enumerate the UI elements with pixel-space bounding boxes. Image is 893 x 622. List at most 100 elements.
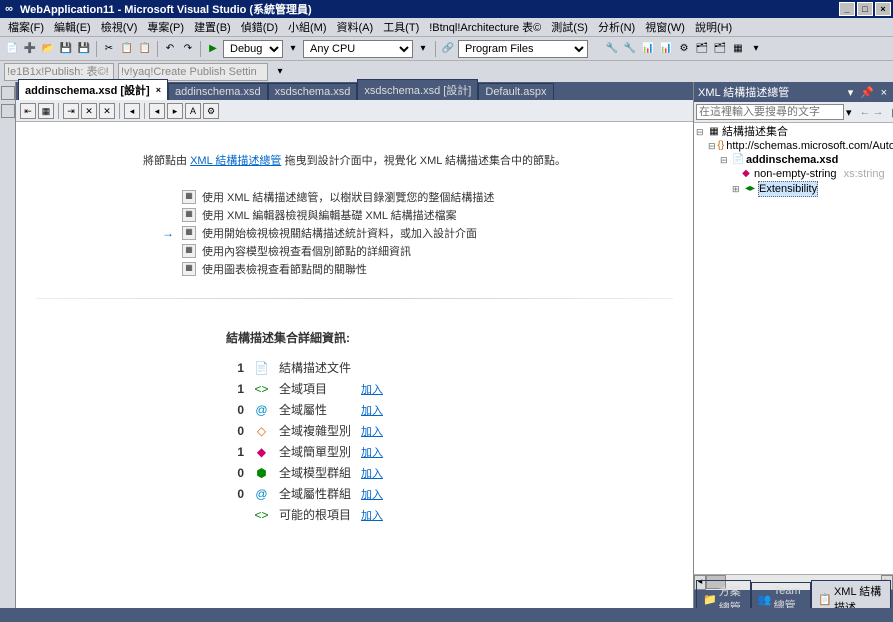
platform-combo[interactable]: Any CPU bbox=[303, 40, 413, 58]
item-icon: @ bbox=[250, 400, 273, 419]
attach-icon[interactable]: 🔗 bbox=[440, 41, 456, 57]
help-text: 將節點由 XML 結構描述總管 拖曳到設計介面中，視覺化 XML 結構描述集合中… bbox=[36, 152, 673, 168]
close-button[interactable]: × bbox=[875, 2, 891, 16]
view-graph-icon[interactable]: ⇥ bbox=[63, 103, 79, 119]
redo-icon[interactable]: ↷ bbox=[180, 41, 196, 57]
find-combo[interactable]: Program Files bbox=[458, 40, 588, 58]
dropdown-icon[interactable]: ▾ bbox=[415, 41, 431, 57]
item-label: 全域屬性群組 bbox=[275, 484, 355, 503]
menu-window[interactable]: 視窗(W) bbox=[641, 18, 689, 36]
main-toolbar: 📄 ➕ 📂 💾 💾 ✂ 📋 📋 ↶ ↷ ▶ Debug ▾ Any CPU ▾ … bbox=[0, 36, 893, 60]
collapse-icon[interactable]: ⊟ bbox=[708, 139, 716, 153]
menu-tools[interactable]: 工具(T) bbox=[379, 18, 423, 36]
ext-icon[interactable]: 🔧 bbox=[622, 41, 638, 57]
save-all-icon[interactable]: 💾 bbox=[76, 41, 92, 57]
tree-element[interactable]: ⊞◂▸Extensibility bbox=[696, 181, 891, 197]
dropdown-icon[interactable]: ▾ bbox=[848, 87, 856, 99]
ext-icon[interactable]: 🔧 bbox=[604, 41, 620, 57]
add-link[interactable]: 加入 bbox=[361, 426, 383, 438]
add-item-icon[interactable]: ➕ bbox=[22, 41, 38, 57]
pin-icon[interactable]: 📌 bbox=[860, 87, 876, 99]
minimize-button[interactable]: _ bbox=[839, 2, 855, 16]
view-start-icon[interactable]: ⇤ bbox=[20, 103, 36, 119]
close-icon[interactable]: × bbox=[881, 87, 889, 99]
nav-back-icon[interactable]: ← bbox=[860, 106, 871, 118]
ext-icon[interactable]: ▦ bbox=[730, 41, 746, 57]
view-content-icon[interactable]: ▦ bbox=[38, 103, 54, 119]
copy-icon[interactable]: 📋 bbox=[119, 41, 135, 57]
menu-file[interactable]: 檔案(F) bbox=[4, 18, 48, 36]
search-input[interactable] bbox=[696, 104, 844, 120]
clear-all-icon[interactable]: ✕ bbox=[99, 103, 115, 119]
nav-right-icon[interactable]: ▸ bbox=[167, 103, 183, 119]
tree-namespace[interactable]: ⊟{}http://schemas.microsoft.com/Automati… bbox=[696, 139, 891, 153]
ext-icon[interactable]: ⚙ bbox=[676, 41, 692, 57]
search-dropdown-icon[interactable]: ▾ bbox=[846, 106, 852, 119]
dropdown-icon[interactable]: ▾ bbox=[285, 41, 301, 57]
cut-icon[interactable]: ✂ bbox=[101, 41, 117, 57]
schema-set-icon: ▦ bbox=[708, 125, 720, 139]
rail-toolbox-icon[interactable] bbox=[1, 86, 15, 100]
menu-test[interactable]: 測試(S) bbox=[547, 18, 592, 36]
nav-left-icon[interactable]: ◂ bbox=[149, 103, 165, 119]
add-link[interactable]: 加入 bbox=[361, 468, 383, 480]
menu-help[interactable]: 說明(H) bbox=[691, 18, 736, 36]
ext-icon[interactable]: 📊 bbox=[640, 41, 656, 57]
menu-architecture[interactable]: !Btnql!Architecture 表© bbox=[425, 18, 545, 36]
menu-project[interactable]: 專案(P) bbox=[143, 18, 188, 36]
ext-icon[interactable]: 📊 bbox=[658, 41, 674, 57]
add-link[interactable]: 加入 bbox=[361, 510, 383, 522]
undo-icon[interactable]: ↶ bbox=[162, 41, 178, 57]
tab-addinschema[interactable]: addinschema.xsd bbox=[168, 83, 268, 100]
paste-icon[interactable]: 📋 bbox=[137, 41, 153, 57]
tab-addinschema-design[interactable]: addinschema.xsd [設計]× bbox=[18, 79, 168, 100]
publish-ext-icon[interactable]: ▾ bbox=[272, 64, 288, 80]
add-link[interactable]: 加入 bbox=[361, 447, 383, 459]
menu-team[interactable]: 小組(M) bbox=[284, 18, 331, 36]
collapse-icon[interactable]: ⊟ bbox=[696, 125, 706, 139]
item-label: 全域項目 bbox=[275, 379, 355, 398]
open-icon[interactable]: 📂 bbox=[40, 41, 56, 57]
tab-xsdschema[interactable]: xsdschema.xsd bbox=[268, 83, 358, 100]
nav-back-icon[interactable]: ◂ bbox=[124, 103, 140, 119]
collapse-icon[interactable]: ⊟ bbox=[720, 153, 730, 167]
menu-data[interactable]: 資料(A) bbox=[333, 18, 378, 36]
tab-xsdschema-design[interactable]: xsdschema.xsd [設計] bbox=[357, 79, 478, 100]
tree-root[interactable]: ⊟▦結構描述集合 bbox=[696, 125, 891, 139]
new-project-icon[interactable]: 📄 bbox=[4, 41, 20, 57]
menu-edit[interactable]: 編輯(E) bbox=[50, 18, 95, 36]
add-link[interactable]: 加入 bbox=[361, 384, 383, 396]
play-icon[interactable]: ▶ bbox=[205, 41, 221, 57]
ext-icon[interactable]: ▾ bbox=[748, 41, 764, 57]
config-combo[interactable]: Debug bbox=[223, 40, 283, 58]
tree-type: xs:string bbox=[844, 167, 885, 181]
ext-icon[interactable]: 🗂 bbox=[694, 41, 710, 57]
explorer-link[interactable]: XML 結構描述總管 bbox=[190, 155, 281, 167]
font-icon[interactable]: A bbox=[185, 103, 201, 119]
detail-row: 1<>全域項目加入 bbox=[228, 379, 387, 398]
rail-server-icon[interactable] bbox=[1, 104, 15, 118]
tab-default-aspx[interactable]: Default.aspx bbox=[478, 83, 553, 100]
menu-build[interactable]: 建置(B) bbox=[190, 18, 235, 36]
close-icon[interactable]: × bbox=[156, 85, 161, 95]
add-link[interactable]: 加入 bbox=[361, 489, 383, 501]
maximize-button[interactable]: □ bbox=[857, 2, 873, 16]
ext-icon[interactable]: 🗂 bbox=[712, 41, 728, 57]
menu-debug[interactable]: 偵錯(D) bbox=[237, 18, 282, 36]
panel-title: XML 結構描述總管 bbox=[698, 84, 789, 100]
menu-analyze[interactable]: 分析(N) bbox=[594, 18, 639, 36]
expand-icon[interactable]: ⊞ bbox=[732, 182, 742, 196]
nav-fwd-icon[interactable]: → bbox=[873, 106, 884, 118]
add-link[interactable]: 加入 bbox=[361, 405, 383, 417]
publish-combo-2[interactable]: !v!yaq!Create Publish Settin bbox=[118, 63, 268, 81]
tab-label: xsdschema.xsd [設計] bbox=[364, 82, 471, 98]
clear-icon[interactable]: ✕ bbox=[81, 103, 97, 119]
tree-file[interactable]: ⊟📄addinschema.xsd bbox=[696, 153, 891, 167]
tree-simple-type[interactable]: ◆non-empty-string xs:string bbox=[696, 167, 891, 181]
settings-icon[interactable]: ⚙ bbox=[203, 103, 219, 119]
save-icon[interactable]: 💾 bbox=[58, 41, 74, 57]
schema-icon: 📋 bbox=[818, 593, 832, 606]
publish-combo-1[interactable]: !e1B1x!Publish: 表©! bbox=[4, 63, 114, 81]
option-label: 使用 XML 結構描述總管，以樹狀目錄瀏覽您的整個結構描述 bbox=[202, 189, 494, 205]
menu-view[interactable]: 檢視(V) bbox=[97, 18, 142, 36]
